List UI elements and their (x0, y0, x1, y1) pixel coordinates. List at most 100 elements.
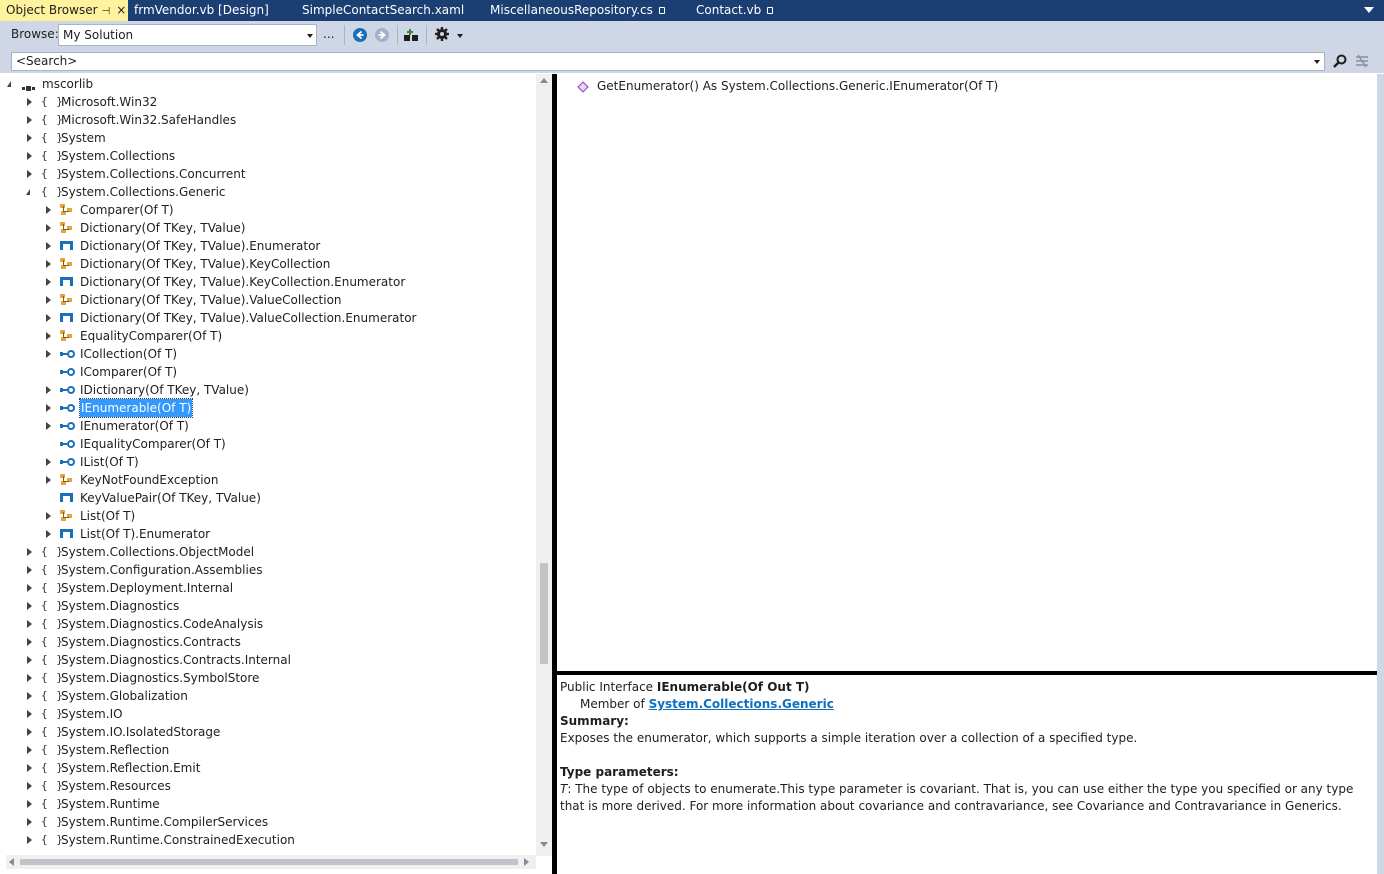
expand-arrow-icon[interactable] (27, 584, 32, 592)
scrollbar-thumb[interactable] (20, 859, 518, 865)
type-node[interactable]: Dictionary(Of TKey, TValue).KeyCollectio… (6, 273, 536, 291)
namespace-node[interactable]: { } System.Deployment.Internal (6, 579, 536, 597)
tab-frmvendor-design[interactable]: frmVendor.vb [Design] (128, 0, 275, 21)
type-node[interactable]: EqualityComparer(Of T) (6, 327, 536, 345)
expand-arrow-icon[interactable] (27, 692, 32, 700)
namespace-link-system[interactable]: System (649, 697, 699, 711)
expand-arrow-icon[interactable] (27, 602, 32, 610)
scroll-up-icon[interactable] (540, 78, 548, 83)
type-node[interactable]: Dictionary(Of TKey, TValue).ValueCollect… (6, 309, 536, 327)
browse-scope-dropdown[interactable]: My Solution (58, 24, 317, 46)
expand-arrow-icon[interactable] (46, 278, 51, 286)
expand-arrow-icon[interactable] (27, 116, 32, 124)
namespace-node[interactable]: { } System.Collections (6, 147, 536, 165)
expand-arrow-icon[interactable] (27, 548, 32, 556)
tab-simplecontactsearch[interactable]: SimpleContactSearch.xaml (296, 0, 470, 21)
type-node[interactable]: List(Of T) (6, 507, 536, 525)
expand-arrow-icon[interactable] (46, 296, 51, 304)
type-node[interactable]: List(Of T).Enumerator (6, 525, 536, 543)
type-node[interactable]: KeyValuePair(Of TKey, TValue) (6, 489, 536, 507)
tab-object-browser[interactable]: Object Browser ⊣ × (0, 0, 128, 21)
scroll-right-icon[interactable] (524, 858, 529, 866)
expand-arrow-icon[interactable] (46, 422, 51, 430)
tab-overflow-dropdown-icon[interactable] (1364, 7, 1374, 13)
expand-arrow-icon[interactable] (46, 530, 51, 538)
search-input[interactable]: <Search> (11, 52, 1325, 71)
type-node[interactable]: ICollection(Of T) (6, 345, 536, 363)
settings-dropdown-icon[interactable] (457, 34, 463, 38)
edit-custom-component-set-button[interactable]: ... (323, 27, 334, 41)
type-node[interactable]: Dictionary(Of TKey, TValue).ValueCollect… (6, 291, 536, 309)
expand-arrow-icon[interactable] (27, 836, 32, 844)
expand-arrow-icon[interactable] (46, 386, 51, 394)
type-node[interactable]: KeyNotFoundException (6, 471, 536, 489)
collapse-arrow-icon[interactable] (26, 189, 30, 195)
namespace-node[interactable]: { } System.Runtime.ConstrainedExecution (6, 831, 536, 849)
expand-arrow-icon[interactable] (27, 764, 32, 772)
expand-arrow-icon[interactable] (27, 674, 32, 682)
type-node[interactable]: IEnumerator(Of T) (6, 417, 536, 435)
add-reference-icon[interactable] (403, 26, 419, 42)
type-node[interactable]: Dictionary(Of TKey, TValue).Enumerator (6, 237, 536, 255)
search-icon[interactable] (1332, 53, 1348, 69)
back-icon[interactable] (353, 28, 367, 42)
namespace-node[interactable]: { } System.Diagnostics.SymbolStore (6, 669, 536, 687)
namespace-node-expanded[interactable]: { } System.Collections.Generic (6, 183, 536, 201)
collapse-arrow-icon[interactable] (7, 81, 11, 87)
expand-arrow-icon[interactable] (46, 512, 51, 520)
namespace-node[interactable]: { } System.Configuration.Assemblies (6, 561, 536, 579)
namespace-node[interactable]: { } System.Diagnostics.Contracts (6, 633, 536, 651)
tree-vertical-scrollbar[interactable] (536, 74, 552, 856)
expand-arrow-icon[interactable] (27, 656, 32, 664)
namespace-node[interactable]: { } System.Diagnostics.CodeAnalysis (6, 615, 536, 633)
type-node[interactable]: Dictionary(Of TKey, TValue) (6, 219, 536, 237)
expand-arrow-icon[interactable] (46, 332, 51, 340)
expand-arrow-icon[interactable] (27, 800, 32, 808)
scroll-left-icon[interactable] (9, 858, 14, 866)
namespace-node[interactable]: { } System.Reflection (6, 741, 536, 759)
expand-arrow-icon[interactable] (46, 314, 51, 322)
expand-arrow-icon[interactable] (46, 242, 51, 250)
expand-arrow-icon[interactable] (27, 710, 32, 718)
clear-search-icon[interactable] (1354, 53, 1370, 69)
forward-icon[interactable] (375, 28, 389, 42)
expand-arrow-icon[interactable] (27, 746, 32, 754)
namespace-node[interactable]: { } System.Collections.Concurrent (6, 165, 536, 183)
expand-arrow-icon[interactable] (46, 476, 51, 484)
pin-icon[interactable]: ⊣ (102, 6, 111, 17)
namespace-node[interactable]: { } System.IO (6, 705, 536, 723)
namespace-link-collections[interactable]: Collections (703, 697, 777, 711)
type-node[interactable]: IDictionary(Of TKey, TValue) (6, 381, 536, 399)
close-icon[interactable]: × (116, 3, 126, 17)
namespace-node[interactable]: { } System.Runtime (6, 795, 536, 813)
expand-arrow-icon[interactable] (46, 404, 51, 412)
expand-arrow-icon[interactable] (27, 566, 32, 574)
namespace-node[interactable]: { } Microsoft.Win32 (6, 93, 536, 111)
namespace-node[interactable]: { } System.Diagnostics.Contracts.Internal (6, 651, 536, 669)
expand-arrow-icon[interactable] (46, 224, 51, 232)
expand-arrow-icon[interactable] (27, 728, 32, 736)
namespace-node[interactable]: { } System.Resources (6, 777, 536, 795)
scroll-down-icon[interactable] (540, 842, 548, 847)
tree-root-assembly[interactable]: mscorlib (6, 75, 536, 93)
expand-arrow-icon[interactable] (27, 620, 32, 628)
namespace-node[interactable]: { } System.Runtime.CompilerServices (6, 813, 536, 831)
expand-arrow-icon[interactable] (46, 458, 51, 466)
type-node-selected[interactable]: IEnumerable(Of T) (6, 398, 536, 418)
type-node[interactable]: IList(Of T) (6, 453, 536, 471)
type-node[interactable]: IEqualityComparer(Of T) (6, 435, 536, 453)
namespace-node[interactable]: { } System.Globalization (6, 687, 536, 705)
namespace-link-generic[interactable]: Generic (782, 697, 834, 711)
expand-arrow-icon[interactable] (27, 782, 32, 790)
expand-arrow-icon[interactable] (27, 818, 32, 826)
namespace-node[interactable]: { } System.Reflection.Emit (6, 759, 536, 777)
expand-arrow-icon[interactable] (27, 134, 32, 142)
namespace-node[interactable]: { } System (6, 129, 536, 147)
scrollbar-thumb[interactable] (540, 563, 548, 664)
namespace-node[interactable]: { } System.IO.IsolatedStorage (6, 723, 536, 741)
expand-arrow-icon[interactable] (46, 260, 51, 268)
type-node[interactable]: IComparer(Of T) (6, 363, 536, 381)
expand-arrow-icon[interactable] (27, 98, 32, 106)
namespace-node[interactable]: { } System.Collections.ObjectModel (6, 543, 536, 561)
type-node[interactable]: Comparer(Of T) (6, 201, 536, 219)
